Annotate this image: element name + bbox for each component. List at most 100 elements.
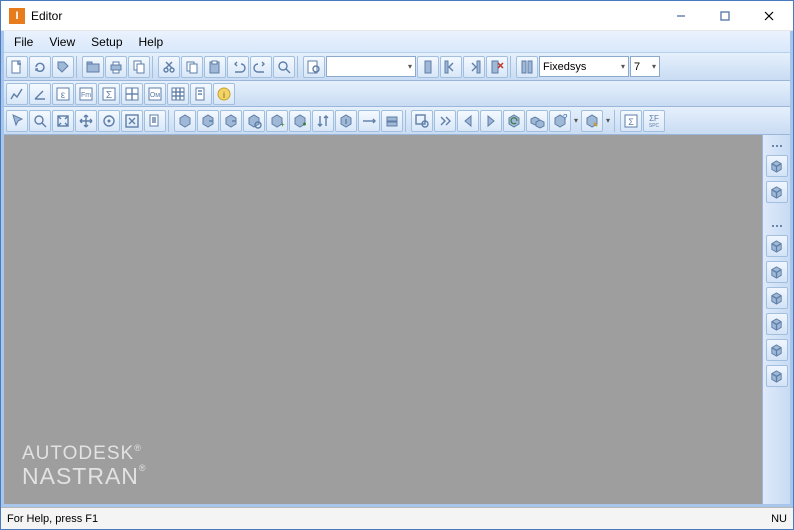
zoom-button[interactable] [273,56,295,78]
close-button[interactable] [747,2,791,30]
move-button[interactable] [358,110,380,132]
client-area: File View Setup Help ▾ [1,31,793,507]
cube-view-1-button[interactable] [766,155,788,177]
help-box-button[interactable]: ? [549,110,571,132]
fm-button[interactable]: Fm [75,83,97,105]
redo-button[interactable] [250,56,272,78]
sigma-button[interactable]: Σ [98,83,120,105]
sigma-box-button[interactable]: Σ [620,110,642,132]
pan-button[interactable] [75,110,97,132]
cube-d-button[interactable] [766,313,788,335]
copy-button[interactable] [181,56,203,78]
font-combo[interactable]: Fixedsys▾ [539,56,629,77]
bookmark-button[interactable] [417,56,439,78]
status-text: For Help, press F1 [7,513,98,525]
cut-button[interactable] [158,56,180,78]
filter-button[interactable] [243,110,265,132]
center-button[interactable] [98,110,120,132]
menu-setup[interactable]: Setup [83,33,130,51]
editor-window: I Editor File View Setup Help [0,0,794,530]
box1-button[interactable] [174,110,196,132]
sigma-spc-button[interactable]: ΣFSPC [643,110,665,132]
menu-file[interactable]: File [6,33,41,51]
svg-text:SPC: SPC [649,123,660,129]
edit-box-button[interactable] [581,110,603,132]
prev-bookmark-button[interactable] [440,56,462,78]
dropdown-arrow-icon[interactable]: ▾ [604,116,612,125]
grid-button[interactable] [167,83,189,105]
doc-check-button[interactable] [190,83,212,105]
svg-text:Σ: Σ [628,117,634,127]
columns-button[interactable] [516,56,538,78]
cube-f-button[interactable] [766,365,788,387]
maximize-button[interactable] [703,2,747,30]
fit-page-button[interactable] [121,110,143,132]
chevron-button[interactable] [434,110,456,132]
watermark: AUTODESK® NASTRAN® [22,444,147,488]
boxes-button[interactable] [526,110,548,132]
next-bookmark-button[interactable] [463,56,485,78]
pointer-button[interactable] [6,110,28,132]
box-arrow-button[interactable] [335,110,357,132]
open-button[interactable] [82,56,104,78]
font-size-combo[interactable]: 7▾ [630,56,660,77]
new-button[interactable] [6,56,28,78]
separator-icon [297,56,301,78]
undo-button[interactable] [227,56,249,78]
titlebar: I Editor [1,1,793,31]
fit-button[interactable] [52,110,74,132]
canvas[interactable]: AUTODESK® NASTRAN® [4,135,762,504]
refresh-button[interactable] [29,56,51,78]
toolbar-view: + ? ▾ ▾ Σ ΣFSPC [4,107,790,135]
matrix-button[interactable] [121,83,143,105]
font-size: 7 [634,61,640,73]
box-refresh-button[interactable] [503,110,525,132]
cube-view-2-button[interactable] [766,181,788,203]
svg-text:Σ: Σ [106,90,112,101]
box-in-button[interactable] [220,110,242,132]
zoom-window-button[interactable] [29,110,51,132]
copy-all-button[interactable] [128,56,150,78]
separator-icon [168,110,172,132]
stack-button[interactable] [381,110,403,132]
angle-button[interactable] [29,83,51,105]
svg-text:Oм: Oм [150,92,160,99]
arrow-right-button[interactable] [480,110,502,132]
menu-help[interactable]: Help [131,33,172,51]
minimize-button[interactable] [659,2,703,30]
find-button[interactable] [303,56,325,78]
paste-button[interactable] [204,56,226,78]
cube-e-button[interactable] [766,339,788,361]
find-box-button[interactable] [411,110,433,132]
box-out-button[interactable] [197,110,219,132]
layers-button[interactable] [144,110,166,132]
info-button[interactable]: i [213,83,235,105]
separator-icon [614,110,618,132]
cube-b-button[interactable] [766,261,788,283]
box-plus-button[interactable] [289,110,311,132]
watermark-line1: AUTODESK [22,443,134,464]
cube-c-button[interactable] [766,287,788,309]
svg-text:?: ? [563,113,568,122]
menu-view[interactable]: View [41,33,83,51]
search-field[interactable]: ▾ [326,56,416,77]
separator-icon [76,56,80,78]
watermark-line2: NASTRAN [22,463,139,489]
tag-button[interactable] [52,56,74,78]
dropdown-arrow-icon[interactable]: ▾ [572,116,580,125]
workarea: AUTODESK® NASTRAN® [4,135,790,504]
sort-button[interactable] [312,110,334,132]
arrow-left-button[interactable] [457,110,479,132]
cube-a-button[interactable] [766,235,788,257]
om-button[interactable]: Oм [144,83,166,105]
clear-bookmark-button[interactable] [486,56,508,78]
grip-icon [767,145,787,149]
add-grid-button[interactable]: + [266,110,288,132]
epsilon-button[interactable]: ε [52,83,74,105]
svg-text:Fm: Fm [81,92,91,99]
app-icon: I [9,8,25,24]
statusbar: For Help, press F1 NU [1,507,793,529]
print-button[interactable] [105,56,127,78]
plot-button[interactable] [6,83,28,105]
right-toolbar [762,135,790,504]
